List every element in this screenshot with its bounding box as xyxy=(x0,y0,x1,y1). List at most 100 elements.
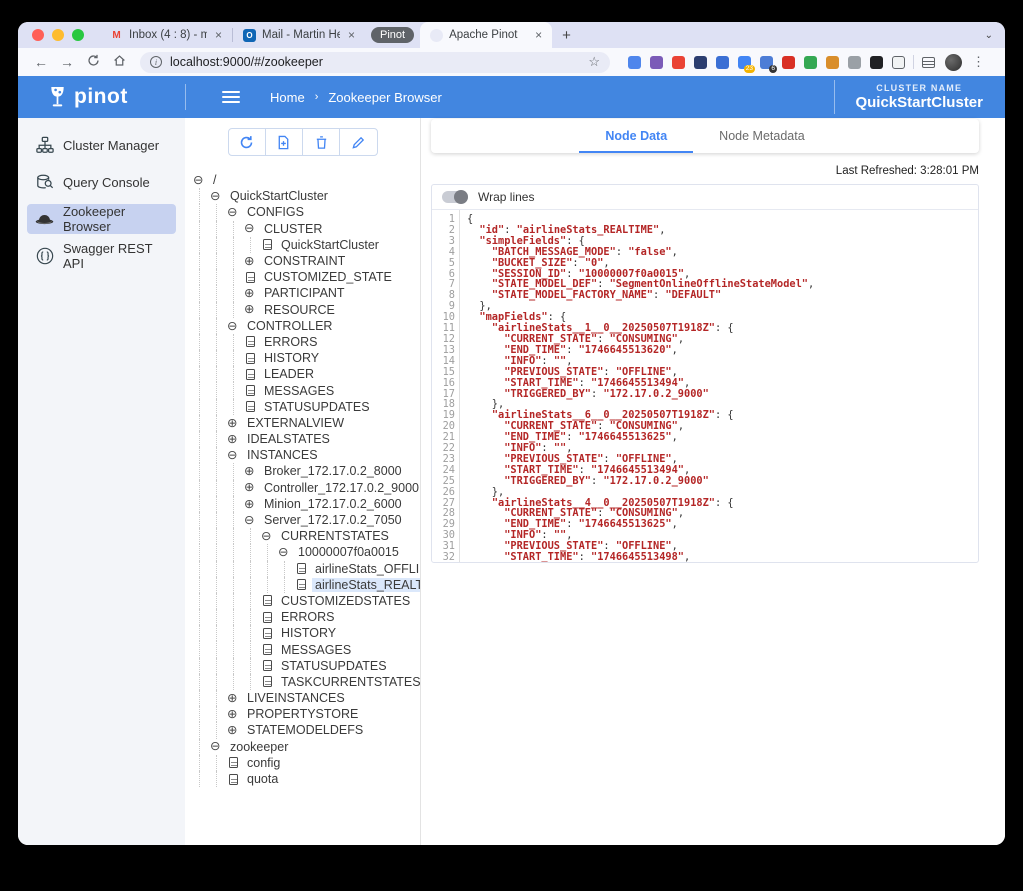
tree-node-label[interactable]: HISTORY xyxy=(261,351,322,365)
tab-close-icon[interactable]: × xyxy=(213,28,224,42)
tree-node[interactable]: ⊖10000007f0a0015 xyxy=(193,544,420,560)
tree-node-label[interactable]: CUSTOMIZED_STATE xyxy=(261,270,395,284)
browser-menu-icon[interactable]: ⋮ xyxy=(972,54,985,70)
profile-avatar[interactable] xyxy=(945,54,962,71)
tree-node[interactable]: ⊖Server_172.17.0.2_7050 xyxy=(193,512,420,528)
tree-node-label[interactable]: quota xyxy=(244,772,281,786)
tree-node[interactable]: ⊖QuickStartCluster xyxy=(193,188,420,204)
tree-node[interactable]: ⊖CONFIGS xyxy=(193,204,420,220)
tree-node[interactable]: ⊕PROPERTYSTORE xyxy=(193,706,420,722)
new-tab-button[interactable]: + xyxy=(562,27,571,44)
tree-node[interactable]: airlineStats_REALTIME xyxy=(193,577,420,593)
tab-group-pinot[interactable]: Pinot xyxy=(371,27,414,43)
bookmark-extension-icon[interactable] xyxy=(716,56,729,69)
tree-node-label[interactable]: MESSAGES xyxy=(261,384,337,398)
dark-terminal-extension-icon[interactable] xyxy=(870,56,883,69)
tree-node-label[interactable]: / xyxy=(210,173,219,187)
tab-close-icon[interactable]: × xyxy=(533,28,544,42)
tree-node[interactable]: ⊖CURRENTSTATES xyxy=(193,528,420,544)
tree-node[interactable]: LEADER xyxy=(193,366,420,382)
tree-node[interactable]: ⊕STATEMODELDEFS xyxy=(193,722,420,738)
flower-extension-icon[interactable] xyxy=(650,56,663,69)
tree-node-label[interactable]: Minion_172.17.0.2_6000 xyxy=(261,497,405,511)
tree-node-label[interactable]: CONTROLLER xyxy=(244,319,335,333)
tree-node[interactable]: HISTORY xyxy=(193,625,420,641)
tab-counter-extension-icon[interactable]: 6 xyxy=(760,56,773,69)
tree-node[interactable]: ⊖/ xyxy=(193,172,420,188)
tree-node[interactable]: ⊖INSTANCES xyxy=(193,447,420,463)
browser-tab-apache-pinot[interactable]: Apache Pinot × xyxy=(420,22,552,48)
clipboard-extension-icon[interactable] xyxy=(892,56,905,69)
tree-node[interactable]: MESSAGES xyxy=(193,382,420,398)
tree-node[interactable]: STATUSUPDATES xyxy=(193,399,420,415)
tree-node-label[interactable]: ERRORS xyxy=(278,610,337,624)
tree-node[interactable]: ⊖CONTROLLER xyxy=(193,318,420,334)
tree-node[interactable]: ERRORS xyxy=(193,609,420,625)
tree-node-label[interactable]: Broker_172.17.0.2_8000 xyxy=(261,464,405,478)
tree-node-label[interactable]: EXTERNALVIEW xyxy=(244,416,347,430)
translate-extension-icon[interactable] xyxy=(628,56,641,69)
site-info-icon[interactable]: i xyxy=(150,56,162,68)
tree-node-label[interactable]: STATUSUPDATES xyxy=(278,659,390,673)
tree-node-label[interactable]: QuickStartCluster xyxy=(278,238,382,252)
browser-tab-gmail[interactable]: M Inbox (4 : 8) - martin.heller@ × xyxy=(100,22,232,48)
url-text[interactable]: localhost:9000/#/zookeeper xyxy=(170,55,580,69)
tab-node-data[interactable]: Node Data xyxy=(579,119,693,153)
tree-node-label[interactable]: ERRORS xyxy=(261,335,320,349)
tree-node-label[interactable]: LEADER xyxy=(261,367,317,381)
maximize-window-button[interactable] xyxy=(72,29,84,41)
tree-node[interactable]: quota xyxy=(193,771,420,787)
tree-node[interactable]: ⊕PARTICIPANT xyxy=(193,285,420,301)
drive-extension-icon[interactable] xyxy=(804,56,817,69)
tree-node-label[interactable]: CONFIGS xyxy=(244,205,307,219)
tree-node-label[interactable]: PROPERTYSTORE xyxy=(244,707,361,721)
gmail-extension-icon[interactable] xyxy=(672,56,685,69)
tree-node[interactable]: ⊕CONSTRAINT xyxy=(193,253,420,269)
tree-node[interactable]: ERRORS xyxy=(193,334,420,350)
tree-node-label[interactable]: airlineStats_OFFLINE xyxy=(312,562,421,576)
gray-app-extension-icon[interactable] xyxy=(848,56,861,69)
tree-node-label[interactable]: MESSAGES xyxy=(278,643,354,657)
tree-node-label[interactable]: IDEALSTATES xyxy=(244,432,333,446)
tree-node-label[interactable]: Server_172.17.0.2_7050 xyxy=(261,513,405,527)
tree-node[interactable]: ⊕IDEALSTATES xyxy=(193,431,420,447)
reload-button[interactable] xyxy=(82,54,104,70)
sidebar-item-cluster-manager[interactable]: Cluster Manager xyxy=(27,130,176,160)
sidebar-item-zookeeper-browser[interactable]: Zookeeper Browser xyxy=(27,204,176,234)
tree-node-label[interactable]: STATEMODELDEFS xyxy=(244,723,366,737)
browser-tab-outlook[interactable]: O Mail - Martin Heller - Outlook × xyxy=(233,22,365,48)
tree-node[interactable]: ⊕RESOURCE xyxy=(193,302,420,318)
tree-node[interactable]: ⊕Controller_172.17.0.2_9000 xyxy=(193,480,420,496)
tree-node-label[interactable]: PARTICIPANT xyxy=(261,286,348,300)
code-editor[interactable]: 1234567891011121314151617181920212223242… xyxy=(432,210,978,562)
tree-node[interactable]: ⊖zookeeper xyxy=(193,739,420,755)
tree-node[interactable]: STATUSUPDATES xyxy=(193,658,420,674)
tree-node-label[interactable]: 10000007f0a0015 xyxy=(295,545,402,559)
tree-node[interactable]: TASKCURRENTSTATES xyxy=(193,674,420,690)
tree-node[interactable]: QuickStartCluster xyxy=(193,237,420,253)
tree-node[interactable]: ⊖CLUSTER xyxy=(193,221,420,237)
tree-node-label[interactable]: HISTORY xyxy=(278,626,339,640)
refresh-button[interactable] xyxy=(229,129,266,155)
tree-node-label[interactable]: CLUSTER xyxy=(261,222,325,236)
calendar-extension-icon[interactable]: 23 xyxy=(738,56,751,69)
collapse-icon[interactable]: ⊖ xyxy=(193,174,210,187)
notebook-extension-icon[interactable] xyxy=(826,56,839,69)
menu-hamburger-icon[interactable] xyxy=(222,91,240,103)
tree-node-label[interactable]: STATUSUPDATES xyxy=(261,400,373,414)
delete-node-button[interactable] xyxy=(303,129,340,155)
url-bar[interactable]: i localhost:9000/#/zookeeper ☆ xyxy=(140,52,610,73)
tree-node-label[interactable]: config xyxy=(244,756,283,770)
tree-node-label[interactable]: INSTANCES xyxy=(244,448,321,462)
tree-node-label[interactable]: RESOURCE xyxy=(261,303,338,317)
wrap-lines-toggle[interactable] xyxy=(442,191,468,203)
tree-node-label[interactable]: CURRENTSTATES xyxy=(278,529,392,543)
minimize-window-button[interactable] xyxy=(52,29,64,41)
tree-node-label[interactable]: CUSTOMIZEDSTATES xyxy=(278,594,413,608)
tree-node-label[interactable]: TASKCURRENTSTATES xyxy=(278,675,421,689)
tree-node[interactable]: HISTORY xyxy=(193,350,420,366)
tree-node[interactable]: config xyxy=(193,755,420,771)
bookmark-star-icon[interactable]: ☆ xyxy=(588,54,600,70)
tree-node[interactable]: ⊕EXTERNALVIEW xyxy=(193,415,420,431)
dark-app-extension-icon[interactable] xyxy=(694,56,707,69)
